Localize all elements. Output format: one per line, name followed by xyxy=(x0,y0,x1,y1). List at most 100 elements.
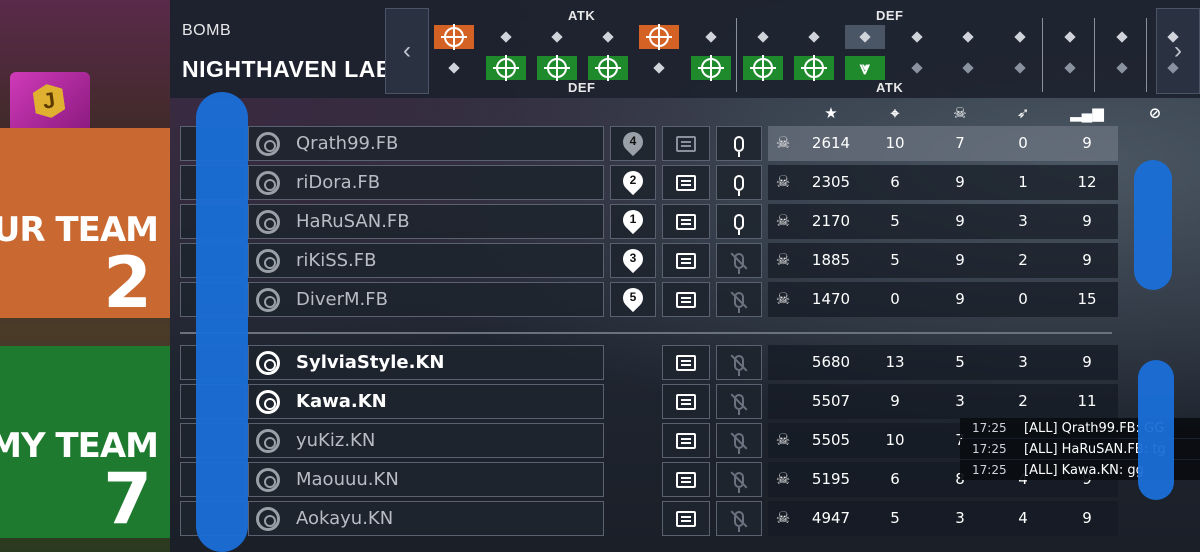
player-name: DiverM.FB xyxy=(296,289,388,310)
diamond-icon xyxy=(859,31,871,43)
player-row[interactable]: SylviaStyle.KN 5680 13 5 3 9 xyxy=(180,345,1118,380)
stat-score: 2614 xyxy=(811,134,851,152)
round-empty-icon xyxy=(743,25,783,49)
stat-kills: 6 xyxy=(890,470,900,488)
stat-deaths: 9 xyxy=(955,212,965,230)
diamond-icon xyxy=(448,62,460,74)
player-name: HaRuSAN.FB xyxy=(296,211,410,232)
target-icon xyxy=(801,55,827,81)
target-icon xyxy=(493,55,519,81)
player-row[interactable]: DiverM.FB 5 ☠ 1470 0 9 0 15 xyxy=(180,282,1118,317)
stat-ping: 9 xyxy=(1082,251,1092,269)
chevron-right-icon[interactable]: › xyxy=(1156,8,1200,94)
diamond-icon xyxy=(962,62,974,74)
dead-status-icon: ☠ xyxy=(775,432,791,449)
chat-toggle-button[interactable] xyxy=(662,501,710,536)
mic-toggle-button[interactable] xyxy=(716,501,762,536)
round-empty-icon xyxy=(486,25,526,49)
diamond-icon xyxy=(500,31,512,43)
squad-badge: 3 xyxy=(610,243,656,278)
chat-toggle-button[interactable] xyxy=(662,165,710,200)
round-won-target-icon xyxy=(743,55,783,81)
stat-score: 5507 xyxy=(811,392,851,410)
squad-badge: 5 xyxy=(610,282,656,317)
stat-ping: 12 xyxy=(1077,173,1097,191)
target-icon xyxy=(698,55,724,81)
chat-toggle-button[interactable] xyxy=(662,423,710,458)
squad-number: 4 xyxy=(629,133,637,148)
dead-status-icon: ☠ xyxy=(775,135,791,152)
diamond-icon xyxy=(551,31,563,43)
map-pin-icon: 5 xyxy=(618,283,648,312)
target-icon xyxy=(646,24,672,50)
chat-toggle-button[interactable] xyxy=(662,384,710,419)
squad-number: 5 xyxy=(629,289,637,304)
stat-score: 5680 xyxy=(811,353,851,371)
mic-toggle-button[interactable] xyxy=(716,384,762,419)
player-row[interactable]: Aokayu.KN ☠ 4947 5 3 4 9 xyxy=(180,501,1118,536)
ubisoft-icon xyxy=(256,429,280,453)
stat-assists: 2 xyxy=(1018,392,1028,410)
player-name: Aokayu.KN xyxy=(296,508,394,529)
ubisoft-icon xyxy=(256,132,280,156)
stat-assists: 3 xyxy=(1018,353,1028,371)
round-divider xyxy=(1146,18,1147,92)
diamond-icon xyxy=(1064,31,1076,43)
stat-score: 5505 xyxy=(811,431,851,449)
diamond-icon xyxy=(911,31,923,43)
team-divider xyxy=(180,332,1112,334)
diamond-icon xyxy=(1116,31,1128,43)
chevron-left-icon[interactable]: ‹ xyxy=(385,8,429,94)
chat-toggle-button[interactable] xyxy=(662,243,710,278)
round-current-icon: ⩔ xyxy=(845,56,885,80)
chat-toggle-button[interactable] xyxy=(662,204,710,239)
player-row[interactable]: Kawa.KN 5507 9 3 2 11 xyxy=(180,384,1118,419)
player-name: riDora.FB xyxy=(296,172,381,193)
round-empty-icon xyxy=(1000,25,1040,49)
chat-icon xyxy=(676,252,696,269)
mic-toggle-button[interactable] xyxy=(716,126,762,161)
stat-deaths: 5 xyxy=(955,353,965,371)
chat-toggle-button[interactable] xyxy=(662,345,710,380)
diamond-icon xyxy=(1167,62,1179,74)
diamond-icon xyxy=(1064,62,1076,74)
stat-deaths: 3 xyxy=(955,509,965,527)
player-row[interactable]: riKiSS.FB 3 ☠ 1885 5 9 2 9 xyxy=(180,243,1118,278)
diamond-icon xyxy=(1014,62,1026,74)
ubisoft-icon xyxy=(256,468,280,492)
chat-icon xyxy=(676,471,696,488)
round-won-target-icon xyxy=(486,55,526,81)
target-icon xyxy=(544,55,570,81)
diamond-icon xyxy=(962,31,974,43)
stat-score: 1470 xyxy=(811,290,851,308)
mic-toggle-button[interactable] xyxy=(716,204,762,239)
player-row[interactable]: HaRuSAN.FB 1 ☠ 2170 5 9 3 9 xyxy=(180,204,1118,239)
mic-toggle-button[interactable] xyxy=(716,243,762,278)
round-empty-icon xyxy=(1050,56,1090,80)
mic-toggle-button[interactable] xyxy=(716,423,762,458)
squad-badge: 2 xyxy=(610,165,656,200)
chat-icon xyxy=(676,510,696,527)
mic-toggle-button[interactable] xyxy=(716,345,762,380)
stat-assists: 2 xyxy=(1018,251,1028,269)
ubisoft-icon xyxy=(256,171,280,195)
round-empty-icon xyxy=(845,25,885,49)
mic-toggle-button[interactable] xyxy=(716,462,762,497)
mic-icon xyxy=(734,213,744,235)
column-ping-icon: ▂▄▆ xyxy=(1070,105,1104,122)
player-row[interactable]: riDora.FB 2 ☠ 2305 6 9 1 12 xyxy=(180,165,1118,200)
dead-status-icon: ☠ xyxy=(775,213,791,230)
round-empty-icon xyxy=(948,56,988,80)
player-row[interactable]: Qrath99.FB 4 ☠ 2614 10 7 0 9 xyxy=(180,126,1118,161)
player-name: Qrath99.FB xyxy=(296,133,399,154)
chat-toggle-button[interactable] xyxy=(662,282,710,317)
round-empty-icon xyxy=(537,25,577,49)
mic-toggle-button[interactable] xyxy=(716,282,762,317)
chat-toggle-button[interactable] xyxy=(662,462,710,497)
chat-toggle-button[interactable] xyxy=(662,126,710,161)
round-empty-icon xyxy=(948,25,988,49)
dead-status-icon: ☠ xyxy=(775,471,791,488)
mic-toggle-button[interactable] xyxy=(716,165,762,200)
chat-icon xyxy=(676,432,696,449)
map-pin-icon: 2 xyxy=(618,166,648,195)
